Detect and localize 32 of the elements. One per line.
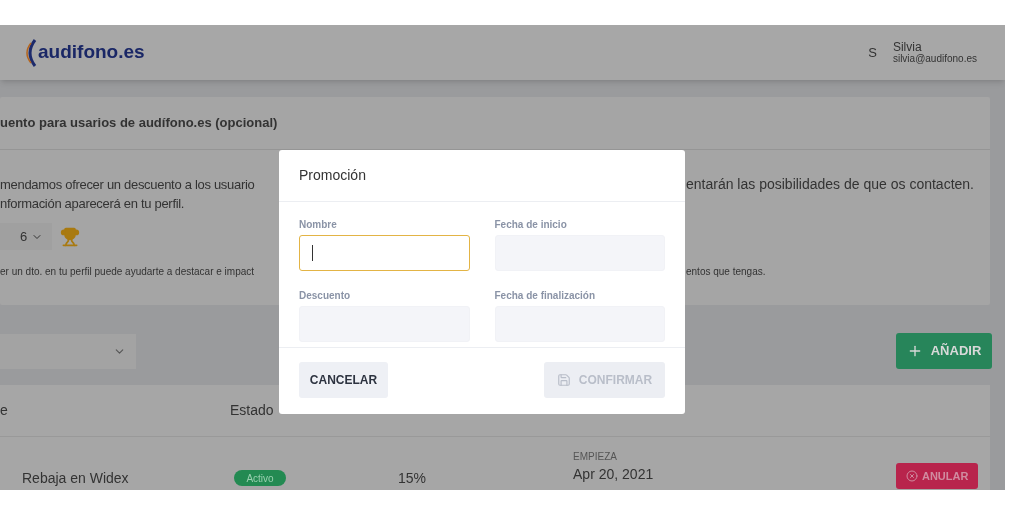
column-header: Estado <box>230 401 274 420</box>
field-label: Descuento <box>299 289 352 303</box>
description-text: mendamos ofrecer un descuento a los usuario <box>0 176 256 194</box>
field-label: Nombre <box>299 218 338 232</box>
add-button[interactable]: AÑADIR <box>896 333 992 369</box>
cancel-button[interactable]: CANCELAR <box>299 362 388 398</box>
user-email: silvia@audifono.es <box>892 52 977 65</box>
input-field[interactable] <box>299 235 470 271</box>
trophy-icon <box>60 226 80 247</box>
dialog-title: Promoción <box>299 166 366 185</box>
description-text: nformación aparecerá en tu perfil. <box>0 195 186 213</box>
status-badge: Activo <box>234 470 286 486</box>
discount-select[interactable]: 6 <box>0 223 52 250</box>
text-cursor <box>312 245 313 261</box>
table-cell-text: Apr 20, 2021 <box>573 465 654 484</box>
save-icon <box>556 373 571 387</box>
table-cell-text: Rebaja en Widex <box>21 469 130 486</box>
user-initial: S <box>868 43 877 62</box>
card-title: uento para usarios de audífono.es (opcional) <box>0 114 278 133</box>
field-label: Fecha de finalización <box>494 289 597 303</box>
filter-select[interactable] <box>0 333 136 369</box>
field-label: Fecha de inicio <box>494 218 568 232</box>
table-cell-text: 15% <box>398 469 427 486</box>
logo-text[interactable]: audifono.es <box>38 38 145 67</box>
logo-icon <box>25 37 37 68</box>
hint-text: entos que tengas. <box>686 265 766 279</box>
hint-text: er un dto. en tu perfil puede ayudarte a destacar e impact <box>0 265 256 279</box>
period-label: EMPIEZA <box>573 450 618 464</box>
cancel-circle-icon <box>905 470 918 482</box>
user-name: Silvia <box>892 40 923 53</box>
description-text: entarán las posibilidades de que os contacten. <box>686 175 974 194</box>
column-header: e <box>0 401 9 420</box>
